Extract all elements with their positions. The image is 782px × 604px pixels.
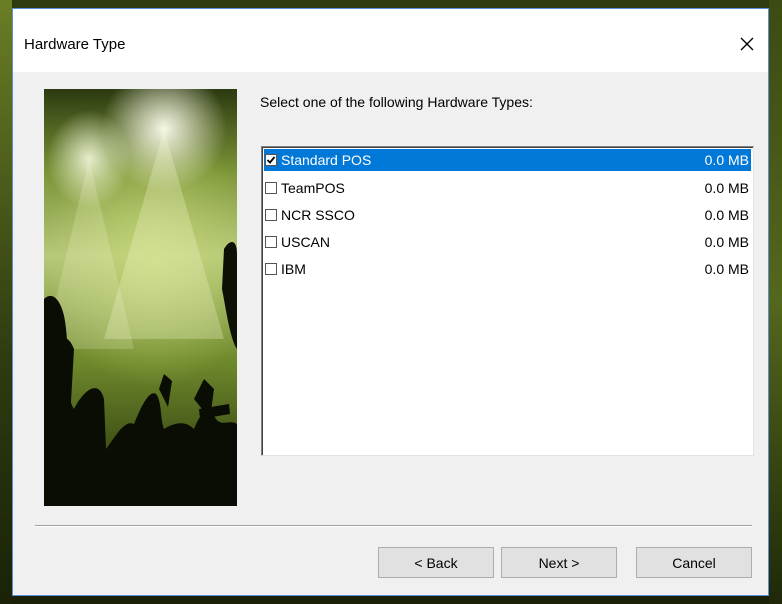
window-title: Hardware Type: [24, 36, 126, 53]
hardware-type-list[interactable]: Standard POS 0.0 MB TeamPOS 0.0 MB NCR S…: [261, 146, 754, 456]
desktop-background-bottom: [0, 596, 782, 604]
checkbox-standard-pos[interactable]: [265, 154, 277, 166]
list-item-size: 0.0 MB: [704, 152, 749, 168]
desktop-background-right: [769, 0, 782, 604]
checkbox-ibm[interactable]: [265, 263, 277, 275]
desktop-background-left: [0, 0, 12, 604]
close-icon: [740, 37, 754, 51]
close-button[interactable]: [726, 28, 768, 60]
list-item-label: USCAN: [281, 234, 331, 250]
checkbox-teampos[interactable]: [265, 182, 277, 194]
concert-banner-image: [44, 89, 237, 506]
checkbox-uscan[interactable]: [265, 236, 277, 248]
list-item-size: 0.0 MB: [704, 234, 749, 250]
list-item-label: Standard POS: [281, 152, 372, 168]
desktop-background-top: [0, 0, 782, 8]
back-button[interactable]: < Back: [378, 547, 494, 578]
list-item-standard-pos[interactable]: Standard POS 0.0 MB: [264, 149, 751, 171]
button-separator: [35, 525, 752, 527]
list-item-label: NCR SSCO: [281, 207, 355, 223]
cancel-button[interactable]: Cancel: [636, 547, 752, 578]
selection-prompt: Select one of the following Hardware Typ…: [260, 94, 533, 110]
hardware-type-dialog: Hardware Type Select one of the followin…: [12, 8, 769, 596]
title-bar[interactable]: Hardware Type: [13, 9, 768, 72]
list-item-uscan[interactable]: USCAN 0.0 MB: [264, 231, 751, 253]
next-button[interactable]: Next >: [501, 547, 617, 578]
checkmark-icon: [266, 156, 276, 164]
list-item-label: TeamPOS: [281, 180, 345, 196]
list-item-size: 0.0 MB: [704, 207, 749, 223]
list-item-size: 0.0 MB: [704, 261, 749, 277]
list-item-ibm[interactable]: IBM 0.0 MB: [264, 258, 751, 280]
list-item-label: IBM: [281, 261, 306, 277]
list-item-size: 0.0 MB: [704, 180, 749, 196]
list-item-ncr-ssco[interactable]: NCR SSCO 0.0 MB: [264, 204, 751, 226]
list-item-teampos[interactable]: TeamPOS 0.0 MB: [264, 177, 751, 199]
checkbox-ncr-ssco[interactable]: [265, 209, 277, 221]
